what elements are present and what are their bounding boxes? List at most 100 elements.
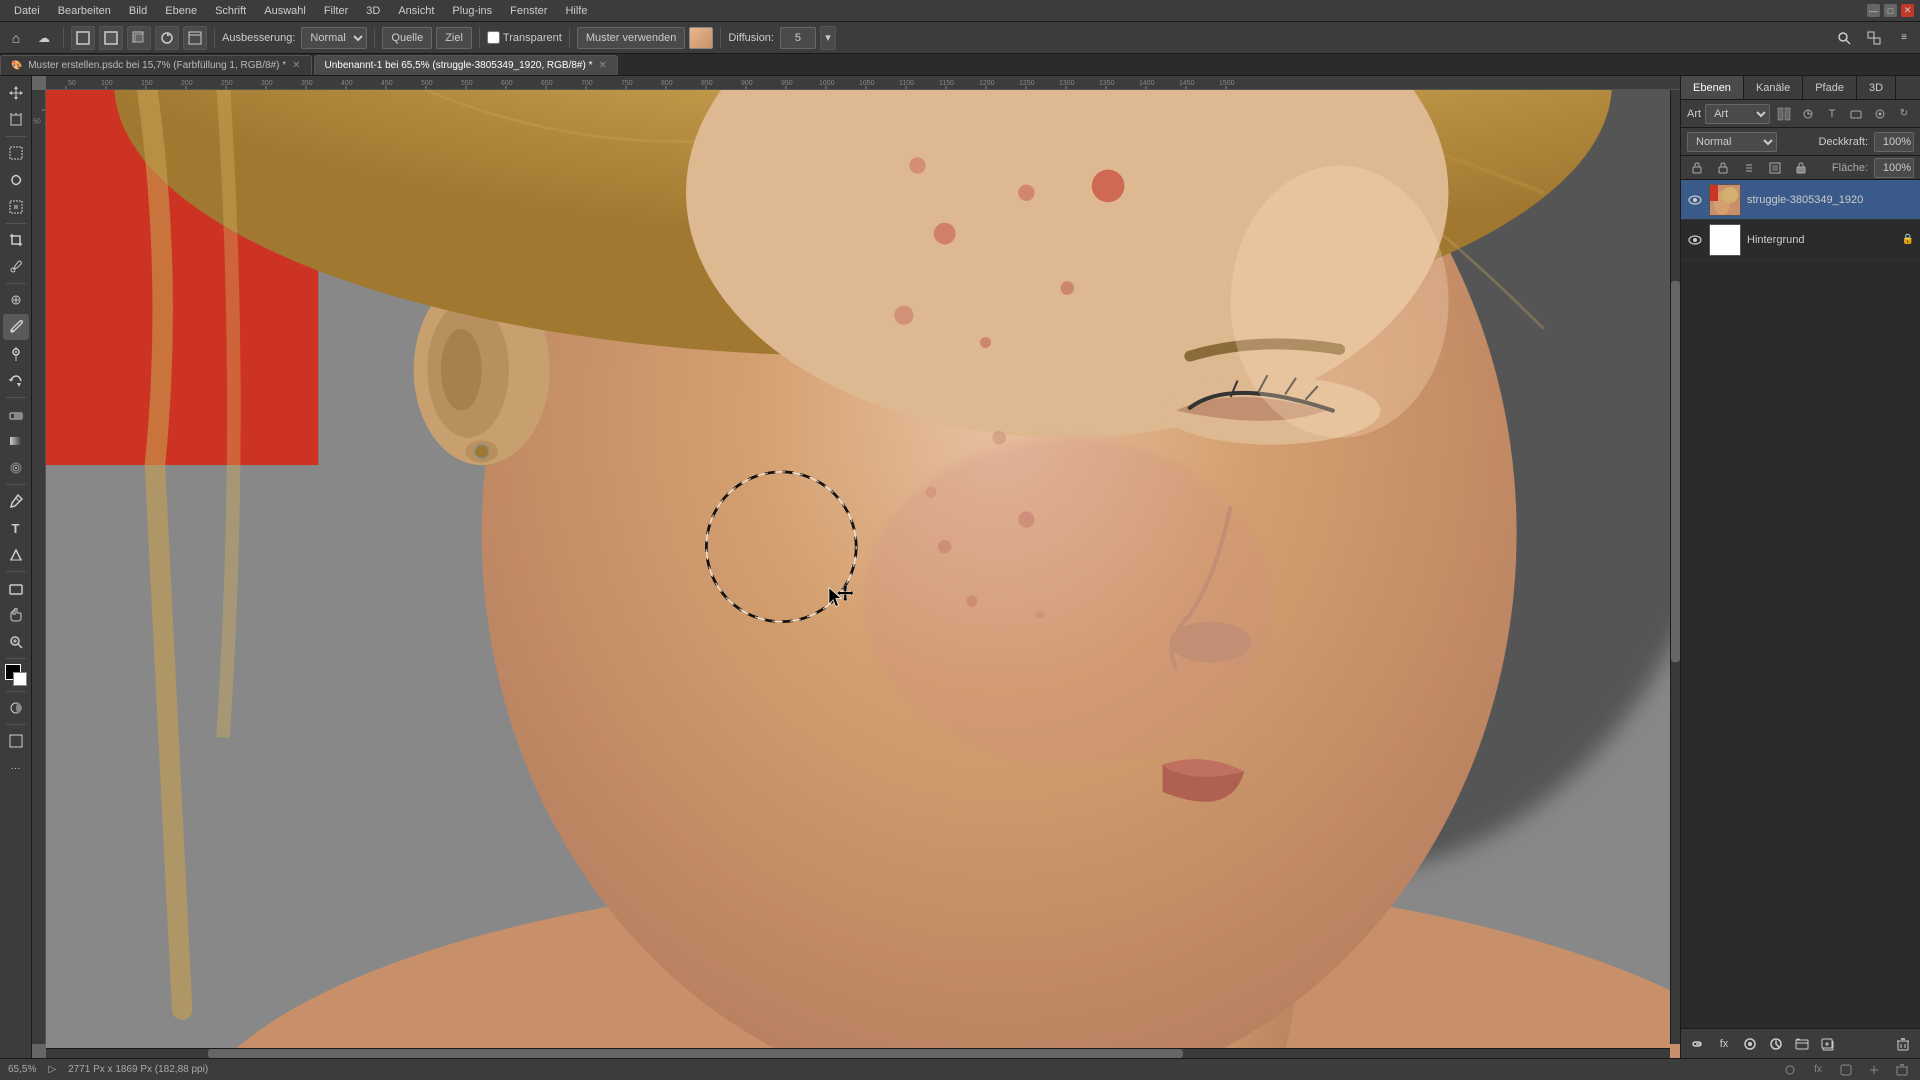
tool-pen[interactable] (3, 488, 29, 514)
menu-3d[interactable]: 3D (358, 3, 388, 19)
status-adjust-btn[interactable] (1780, 1060, 1800, 1080)
tool-crop[interactable] (3, 227, 29, 253)
menu-auswahl[interactable]: Auswahl (256, 3, 314, 19)
workspace-button[interactable]: ≡ (1892, 26, 1916, 50)
home-button[interactable]: ⌂ (4, 26, 28, 50)
filter-smart-btn[interactable] (1870, 104, 1890, 124)
menu-bearbeiten[interactable]: Bearbeiten (50, 3, 119, 19)
panel-tab-ebenen[interactable]: Ebenen (1681, 76, 1744, 99)
canvas-content[interactable] (46, 90, 1680, 1058)
menu-fenster[interactable]: Fenster (502, 3, 555, 19)
add-adjustment-btn[interactable] (1765, 1034, 1787, 1054)
menu-datei[interactable]: Datei (6, 3, 48, 19)
panel-tab-3d[interactable]: 3D (1857, 76, 1896, 99)
tool-eraser[interactable] (3, 401, 29, 427)
color-swatch[interactable] (689, 27, 713, 49)
panel-tab-kanaele[interactable]: Kanäle (1744, 76, 1803, 99)
tool-text[interactable]: T (3, 515, 29, 541)
diffusion-input[interactable] (780, 27, 816, 49)
menu-schrift[interactable]: Schrift (207, 3, 254, 19)
tool-move[interactable] (3, 80, 29, 106)
lock-all-btn[interactable] (1791, 158, 1811, 178)
opacity-input[interactable] (1874, 132, 1914, 152)
filter-shape-btn[interactable] (1846, 104, 1866, 124)
muster-button[interactable]: Muster verwenden (577, 27, 686, 49)
panel-tab-pfade[interactable]: Pfade (1803, 76, 1857, 99)
tool-shape[interactable] (3, 575, 29, 601)
new-layer-btn[interactable] (1817, 1034, 1839, 1054)
rect-select-2[interactable] (99, 26, 123, 50)
transform-btn[interactable] (127, 26, 151, 50)
blend-mode-select[interactable]: Normal (1687, 132, 1777, 152)
filter-type-select[interactable]: Art (1705, 104, 1770, 124)
mode-select[interactable]: Normal (301, 27, 367, 49)
tool-artboard[interactable] (3, 107, 29, 133)
scrollbar-horizontal[interactable] (46, 1048, 1670, 1058)
add-style-btn[interactable]: fx (1713, 1034, 1735, 1054)
filter-toggle-btn[interactable]: ↻ (1894, 104, 1914, 124)
tool-zoom[interactable] (3, 629, 29, 655)
photo-canvas[interactable] (46, 90, 1680, 1058)
status-delete-btn[interactable] (1892, 1060, 1912, 1080)
scrollbar-thumb-h[interactable] (208, 1049, 1182, 1058)
canvas-area[interactable]: 50 100 150 200 250 300 350 400 4 (32, 76, 1680, 1058)
arrange-button[interactable] (1862, 26, 1886, 50)
lock-position-btn[interactable] (1739, 158, 1759, 178)
minimize-button[interactable]: — (1867, 4, 1880, 17)
tool-brush[interactable] (3, 314, 29, 340)
layer-visibility-1[interactable] (1687, 192, 1703, 208)
tool-history-brush[interactable] (3, 368, 29, 394)
tool-lasso[interactable] (3, 167, 29, 193)
close-button[interactable]: ✕ (1901, 4, 1914, 17)
maximize-button[interactable]: □ (1884, 4, 1897, 17)
diffusion-arrow[interactable]: ▾ (820, 26, 836, 50)
filter-pixel-btn[interactable] (1774, 104, 1794, 124)
search-button[interactable] (1832, 26, 1856, 50)
transparent-checkbox[interactable] (487, 31, 500, 44)
status-fx-btn[interactable]: fx (1808, 1060, 1828, 1080)
add-mask-btn[interactable] (1739, 1034, 1761, 1054)
tool-rect-marquee[interactable] (3, 140, 29, 166)
scrollbar-vertical[interactable] (1670, 90, 1680, 1044)
tool-blur[interactable] (3, 455, 29, 481)
layer-visibility-2[interactable] (1687, 232, 1703, 248)
filter-text-btn[interactable]: T (1822, 104, 1842, 124)
menu-bild[interactable]: Bild (121, 3, 155, 19)
lock-image-btn[interactable] (1713, 158, 1733, 178)
tool-hand[interactable] (3, 602, 29, 628)
doc-tab-1[interactable]: 🎨 Muster erstellen.psdc bei 15,7% (Farbf… (0, 55, 312, 75)
layer-item-hintergrund[interactable]: Hintergrund 🔒 (1681, 220, 1920, 260)
menu-plugins[interactable]: Plug-ins (444, 3, 500, 19)
cloud-button[interactable]: ☁ (32, 26, 56, 50)
status-mask-btn[interactable] (1836, 1060, 1856, 1080)
tool-eyedropper[interactable] (3, 254, 29, 280)
tool-path-select[interactable] (3, 542, 29, 568)
link-layers-btn[interactable] (1687, 1034, 1709, 1054)
filter-adj-btn[interactable] (1798, 104, 1818, 124)
tool-clone[interactable] (3, 341, 29, 367)
new-group-btn[interactable] (1791, 1034, 1813, 1054)
tool-healing[interactable] (3, 287, 29, 313)
background-color[interactable] (13, 672, 27, 686)
fill-input[interactable] (1874, 158, 1914, 178)
menu-hilfe[interactable]: Hilfe (557, 3, 595, 19)
tool-object-select[interactable] (3, 194, 29, 220)
rotate-btn[interactable] (155, 26, 179, 50)
transparent-checkbox-label[interactable]: Transparent (487, 31, 562, 44)
tool-gradient[interactable] (3, 428, 29, 454)
lock-transparent-btn[interactable] (1687, 158, 1707, 178)
quick-mask-button[interactable] (3, 695, 29, 721)
rect-select-1[interactable] (71, 26, 95, 50)
color-foreground-background[interactable] (5, 664, 27, 686)
menu-filter[interactable]: Filter (316, 3, 356, 19)
layer-item-struggle[interactable]: struggle-3805349_1920 (1681, 180, 1920, 220)
extras-button[interactable]: ··· (3, 755, 29, 781)
doc-tab-1-close[interactable]: ✕ (292, 60, 300, 71)
doc-tab-2-close[interactable]: ✕ (598, 60, 606, 71)
delete-layer-btn[interactable] (1892, 1034, 1914, 1054)
lock-artboard-btn[interactable] (1765, 158, 1785, 178)
doc-tab-2[interactable]: Unbenannt-1 bei 65,5% (struggle-3805349_… (314, 55, 618, 75)
menu-ebene[interactable]: Ebene (157, 3, 205, 19)
ziel-button[interactable]: Ziel (436, 27, 472, 49)
menu-ansicht[interactable]: Ansicht (390, 3, 442, 19)
